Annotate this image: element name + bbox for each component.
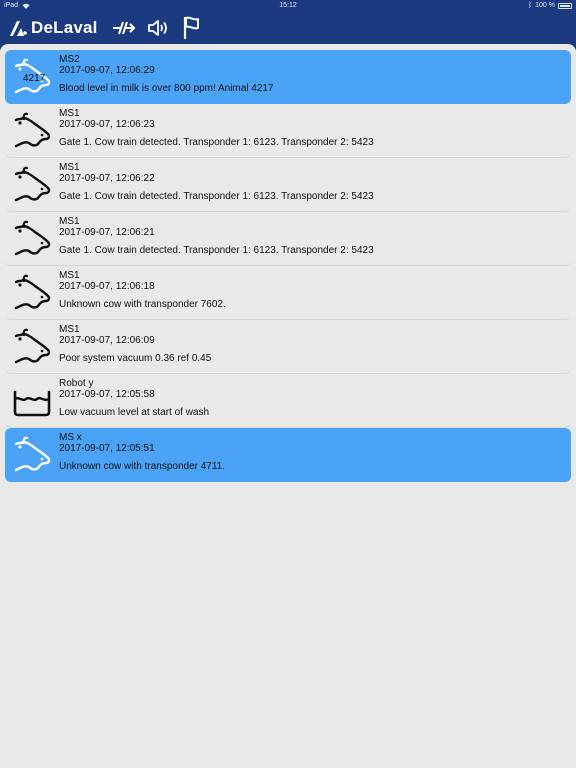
alarm-icon [11,272,53,314]
connection-icon [113,21,136,35]
wash-tub-icon [13,390,51,417]
alarm-icon [11,326,53,368]
alarm-message: Poor system vacuum 0.36 ref 0.45 [59,353,212,364]
alarm-message: Gate 1. Cow train detected. Transponder … [59,245,374,256]
alarm-message: Gate 1. Cow train detected. Transponder … [59,191,374,202]
alarm-message: Blood level in milk is over 800 ppm! Ani… [59,83,274,94]
alarm-icon [11,380,53,422]
alarm-message: Unknown cow with transponder 7602. [59,299,226,310]
alarm-source: MS1 [59,324,80,335]
brand-logo[interactable]: DeLaval [8,18,98,38]
cow-icon [14,220,51,256]
alarm-icon: 4217 [11,56,53,98]
alarm-text: MS1 2017-09-07, 12:06:21 Gate 1. Cow train… [59,216,563,256]
alarm-list: 4217 MS2 2017-09-07, 12:06:29 Blood level i… [5,50,571,482]
alarm-message: Low vacuum level at start of wash [59,407,210,418]
battery-icon [558,3,572,9]
cow-icon [14,112,51,148]
alarm-source: Robot y [59,378,94,389]
status-time: 15:12 [279,2,297,9]
alarm-row[interactable]: 4217 MS2 2017-09-07, 12:06:29 Blood level i… [5,50,571,104]
alarm-message: Unknown cow with transponder 4711. [59,461,226,472]
alarm-source: MS1 [59,162,80,173]
sound-button[interactable] [146,17,170,39]
brand-name: DeLaval [31,18,98,37]
cow-icon [14,436,51,472]
alarm-icon [11,434,53,476]
alarm-source: MS1 [59,270,80,281]
cow-icon [14,274,51,310]
cow-icon [14,328,51,364]
alarm-row[interactable]: MS1 2017-09-07, 12:06:22 Gate 1. Cow train… [5,158,571,212]
alarm-text: MS1 2017-09-07, 12:06:22 Gate 1. Cow train… [59,162,563,202]
alarm-icon [11,164,53,206]
alarm-source: MS2 [59,54,80,65]
alarm-source: MS x [59,432,82,443]
alarm-timestamp: 2017-09-07, 12:06:22 [59,173,155,184]
alarm-text: MS1 2017-09-07, 12:06:18 Unknown cow with … [59,270,563,310]
alarm-timestamp: 2017-09-07, 12:05:58 [59,389,155,400]
alarm-message: Gate 1. Cow train detected. Transponder … [59,137,374,148]
alarm-text: MS x 2017-09-07, 12:05:51 Unknown cow with… [59,432,563,472]
alarm-row[interactable]: MS1 2017-09-07, 12:06:23 Gate 1. Cow train… [5,104,571,158]
alarm-text: MS1 2017-09-07, 12:06:23 Gate 1. Cow train… [59,108,563,148]
status-right: ᛒ 100 % [528,0,572,12]
alarm-timestamp: 2017-09-07, 12:06:09 [59,335,155,346]
alarm-row[interactable]: Robot y 2017-09-07, 12:05:58 Low vacuum le… [5,374,571,428]
battery-level: 100 % [535,2,555,9]
status-bar: iPad 15:12 ᛒ 100 % [0,0,576,12]
alarm-timestamp: 2017-09-07, 12:06:18 [59,281,155,292]
alarm-icon [11,110,53,152]
alarm-source: MS1 [59,216,80,227]
alarm-list-container: 4217 MS2 2017-09-07, 12:06:29 Blood level i… [0,44,576,768]
animal-tag: 4217 [23,73,46,84]
connection-button[interactable] [112,17,136,39]
speaker-icon [148,20,167,36]
logo-icon [10,21,27,36]
alarm-row[interactable]: MS1 2017-09-07, 12:06:18 Unknown cow with … [5,266,571,320]
alarm-source: MS1 [59,108,80,119]
alarm-timestamp: 2017-09-07, 12:06:21 [59,227,155,238]
alarm-row[interactable]: MS1 2017-09-07, 12:06:21 Gate 1. Cow train… [5,212,571,266]
alarm-timestamp: 2017-09-07, 12:06:29 [59,65,155,76]
flag-button[interactable] [180,16,204,39]
alarm-row[interactable]: MS x 2017-09-07, 12:05:51 Unknown cow with… [5,428,571,482]
cow-icon [14,166,51,202]
nav-bar: DeLaval [0,12,576,44]
alarm-text: Robot y 2017-09-07, 12:05:58 Low vacuum le… [59,378,563,418]
alarm-icon [11,218,53,260]
flag-icon [183,16,199,39]
alarm-text: MS1 2017-09-07, 12:06:09 Poor system vacuu… [59,324,563,364]
alarm-timestamp: 2017-09-07, 12:06:23 [59,119,155,130]
alarm-text: MS2 2017-09-07, 12:06:29 Blood level in mi… [59,54,563,94]
alarm-row[interactable]: MS1 2017-09-07, 12:06:09 Poor system vacuu… [5,320,571,374]
bluetooth-icon: ᛒ [527,2,533,9]
alarm-timestamp: 2017-09-07, 12:05:51 [59,443,155,454]
